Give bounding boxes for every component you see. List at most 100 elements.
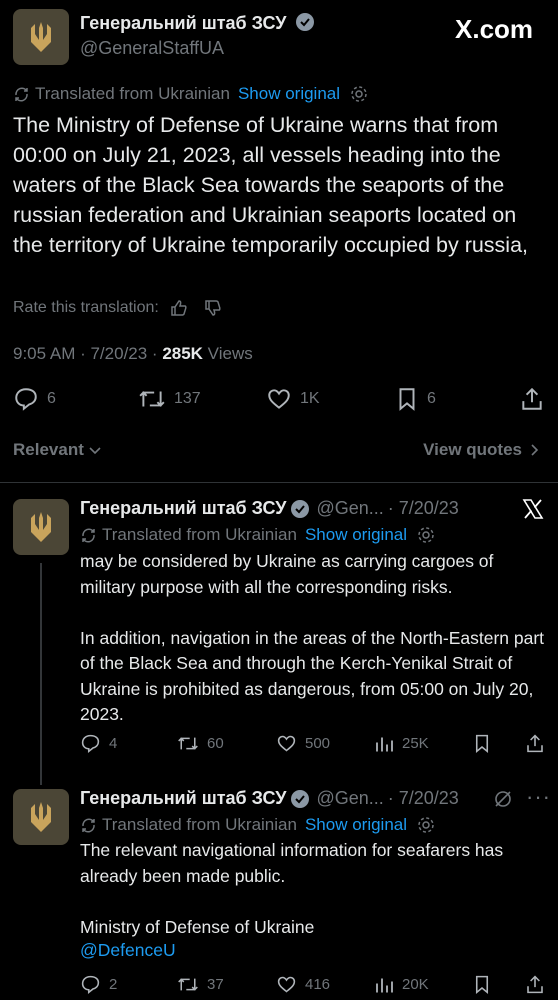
reply-icon <box>81 734 100 754</box>
views-button[interactable]: 20K <box>374 974 429 995</box>
reply-author-name[interactable]: Генеральний штаб ЗСУ <box>80 788 286 809</box>
views-label: Views <box>202 344 253 363</box>
repost-count: 137 <box>174 390 201 407</box>
translation-bar: Translated from Ukrainian Show original <box>13 84 368 104</box>
reply-author-line: Генеральний штаб ЗСУ @Gen... · 7/20/23 <box>80 788 459 809</box>
gear-icon[interactable] <box>417 816 435 834</box>
relevant-label: Relevant <box>13 440 84 459</box>
like-count: 500 <box>305 735 331 752</box>
translated-label: Translated from Ukrainian <box>35 84 230 103</box>
reply-text: The relevant navigational information fo… <box>80 840 504 937</box>
verified-badge-icon <box>291 499 310 518</box>
reply-author-name[interactable]: Генеральний штаб ЗСУ <box>80 498 286 519</box>
reply-date[interactable]: · 7/20/23 <box>388 788 459 809</box>
trident-icon <box>31 802 51 832</box>
views-count: 20K <box>402 976 429 993</box>
trident-icon <box>31 512 51 542</box>
repost-button[interactable]: 60 <box>177 733 224 754</box>
like-button[interactable]: 1K <box>266 386 320 412</box>
reply-count: 2 <box>109 976 118 993</box>
share-icon <box>522 387 542 410</box>
translate-icon <box>82 528 95 542</box>
bookmark-count: 6 <box>427 390 436 407</box>
divider <box>0 482 558 483</box>
tweet-timestamp: 9:05 AM · 7/20/23 · 285K Views <box>13 344 253 364</box>
bookmark-button[interactable] <box>472 733 492 754</box>
bookmark-icon <box>399 388 415 411</box>
reply-button[interactable]: 4 <box>80 733 117 754</box>
translated-label: Translated from Ukrainian <box>102 815 297 834</box>
repost-icon <box>139 391 165 407</box>
views-button[interactable]: 25K <box>374 733 429 754</box>
reply-icon <box>15 388 37 411</box>
verified-badge-icon <box>295 13 314 31</box>
share-icon <box>527 975 543 994</box>
time-date[interactable]: 9:05 AM · 7/20/23 · <box>13 344 162 363</box>
heart-icon <box>277 735 296 752</box>
more-options-icon[interactable]: ··· <box>526 784 551 810</box>
show-original-link[interactable]: Show original <box>305 815 407 835</box>
share-button[interactable] <box>520 386 544 412</box>
bookmark-button[interactable]: 6 <box>395 386 436 412</box>
reply-avatar[interactable] <box>13 789 69 845</box>
heart-icon <box>268 389 290 409</box>
share-icon <box>527 734 543 753</box>
like-count: 1K <box>300 390 320 407</box>
mention-link[interactable]: @DefenceU <box>80 940 176 961</box>
heart-icon <box>277 976 296 993</box>
views-count: 25K <box>402 735 429 752</box>
thread-line <box>40 563 42 785</box>
thumbs-up-icon[interactable] <box>169 298 189 318</box>
share-button[interactable] <box>525 733 545 754</box>
reply-icon <box>81 975 100 995</box>
reply-text: may be considered by Ukraine as carrying… <box>80 551 545 724</box>
share-button[interactable] <box>525 974 545 995</box>
analytics-icon <box>376 737 393 752</box>
rate-translation: Rate this translation: <box>13 298 223 318</box>
like-button[interactable]: 416 <box>276 974 330 995</box>
reply-count: 6 <box>47 390 56 407</box>
bookmark-icon <box>475 734 489 754</box>
reply-handle[interactable]: @Gen... <box>316 498 383 519</box>
show-original-link[interactable]: Show original <box>305 525 407 545</box>
repost-icon <box>178 978 198 991</box>
repost-count: 37 <box>207 976 224 993</box>
reply-author-line: Генеральний штаб ЗСУ @Gen... · 7/20/23 <box>80 498 459 519</box>
translated-label: Translated from Ukrainian <box>102 525 297 544</box>
avatar[interactable] <box>13 9 69 65</box>
x-logo-icon <box>522 499 544 519</box>
reply-button[interactable]: 6 <box>13 386 56 412</box>
view-quotes-label: View quotes <box>423 440 522 459</box>
view-quotes-link[interactable]: View quotes <box>423 440 542 460</box>
gear-icon[interactable] <box>417 526 435 544</box>
views-count: 285K <box>162 344 203 363</box>
like-button[interactable]: 500 <box>276 733 330 754</box>
reply-handle[interactable]: @Gen... <box>316 788 383 809</box>
tweet-text: The Ministry of Defense of Ukraine warns… <box>13 113 529 257</box>
gear-icon[interactable] <box>350 85 368 103</box>
reply-avatar[interactable] <box>13 499 69 555</box>
author-line: Генеральний штаб ЗСУ <box>80 12 315 34</box>
chevron-down-icon <box>89 447 101 455</box>
reply-translation-bar: Translated from Ukrainian Show original <box>80 525 435 545</box>
rate-label: Rate this translation: <box>13 299 159 316</box>
reply-button[interactable]: 2 <box>80 974 117 995</box>
grok-icon[interactable] <box>492 788 514 810</box>
translate-icon <box>15 87 28 101</box>
sort-relevant[interactable]: Relevant <box>13 440 103 460</box>
repost-count: 60 <box>207 735 224 752</box>
show-original-link[interactable]: Show original <box>238 84 340 104</box>
translate-icon <box>82 818 95 832</box>
reply-translation-bar: Translated from Ukrainian Show original <box>80 815 435 835</box>
thumbs-down-icon[interactable] <box>203 298 223 318</box>
repost-button[interactable]: 37 <box>177 974 224 995</box>
repost-button[interactable]: 137 <box>138 386 201 412</box>
bookmark-button[interactable] <box>472 974 492 995</box>
reply-date[interactable]: · 7/20/23 <box>388 498 459 519</box>
chevron-right-icon <box>531 444 539 456</box>
author-handle[interactable]: @GeneralStaffUA <box>80 38 224 59</box>
x-watermark: X.com <box>455 14 534 44</box>
author-name[interactable]: Генеральний штаб ЗСУ <box>80 13 286 33</box>
like-count: 416 <box>305 976 331 993</box>
reply-count: 4 <box>109 735 118 752</box>
